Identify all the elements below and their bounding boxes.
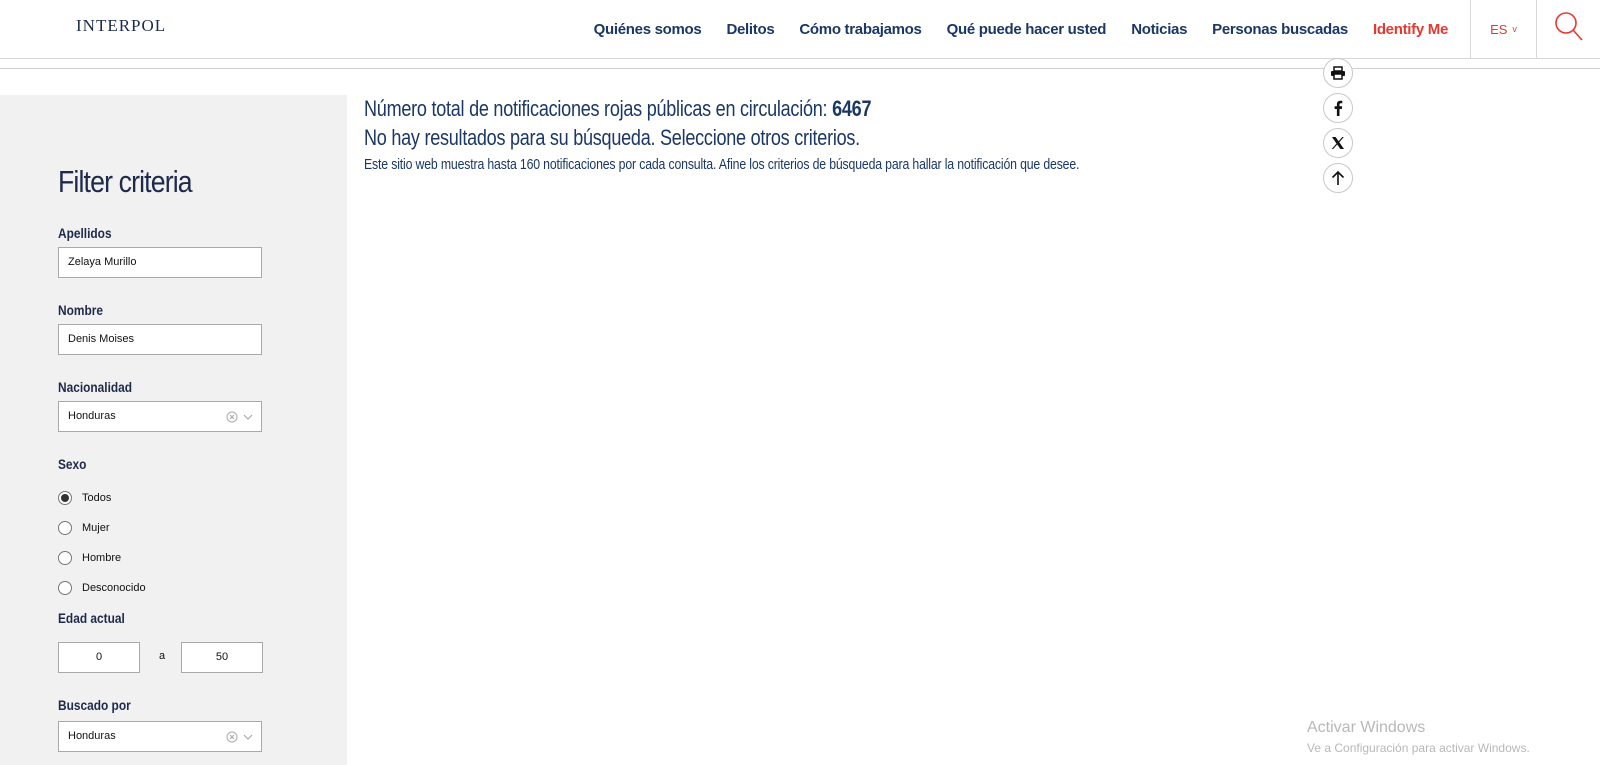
clear-icon[interactable]: [226, 731, 238, 743]
sex-option-todos[interactable]: Todos: [58, 489, 111, 507]
radio-icon: [58, 581, 72, 595]
nationality-value: Honduras: [68, 410, 116, 422]
chevron-down-icon: [243, 734, 253, 740]
site-header: INTERPOL Quiénes somos Delitos Cómo trab…: [0, 0, 1600, 59]
surname-input[interactable]: Zelaya Murillo: [58, 247, 262, 278]
name-input[interactable]: Denis Moises: [58, 324, 262, 355]
sex-option-mujer[interactable]: Mujer: [58, 519, 110, 537]
nav-quienes-somos[interactable]: Quiénes somos: [594, 21, 702, 38]
search-button[interactable]: [1553, 10, 1585, 44]
arrow-up-icon: [1331, 170, 1345, 185]
sex-option-hombre[interactable]: Hombre: [58, 549, 121, 567]
sex-option-desconocido[interactable]: Desconocido: [58, 579, 146, 597]
interpol-logo[interactable]: INTERPOL: [76, 16, 166, 36]
nav-identify-me[interactable]: Identify Me: [1373, 21, 1448, 38]
name-label: Nombre: [58, 302, 103, 318]
radio-selected-icon: [58, 491, 72, 505]
print-button[interactable]: [1323, 58, 1353, 88]
wanted-by-label: Buscado por: [58, 697, 131, 713]
search-icon: [1555, 12, 1583, 41]
radio-icon: [58, 551, 72, 565]
windows-activation-title: Activar Windows: [1307, 719, 1426, 736]
nationality-select[interactable]: Honduras: [58, 401, 262, 432]
nav-personas-buscadas[interactable]: Personas buscadas: [1212, 21, 1348, 38]
results-info: Este sitio web muestra hasta 160 notific…: [364, 156, 1080, 173]
no-results-message: No hay resultados para su búsqueda. Sele…: [364, 125, 860, 150]
total-notices-text: Número total de notificaciones rojas púb…: [364, 96, 833, 121]
windows-activation-subtitle: Ve a Configuración para activar Windows.: [1307, 741, 1530, 755]
header-divider: [0, 68, 1600, 69]
sex-option-label: Hombre: [82, 552, 122, 564]
facebook-icon: [1334, 100, 1343, 116]
language-selector[interactable]: ES v: [1470, 0, 1537, 58]
nav-delitos[interactable]: Delitos: [726, 21, 774, 38]
facebook-share-button[interactable]: [1323, 93, 1353, 123]
total-notices-count: 6467: [832, 96, 872, 121]
surname-label: Apellidos: [58, 225, 112, 241]
chevron-down-icon: [243, 414, 253, 420]
filter-title: Filter criteria: [58, 164, 193, 199]
sex-option-label: Mujer: [82, 522, 110, 534]
x-share-button[interactable]: [1323, 128, 1353, 158]
language-label: ES: [1490, 21, 1508, 37]
filter-sidebar: Filter criteria Apellidos Zelaya Murillo…: [0, 95, 347, 765]
main-nav: Quiénes somos Delitos Cómo trabajamos Qu…: [569, 0, 1449, 58]
sex-option-label: Todos: [82, 492, 112, 504]
age-separator: a: [159, 650, 166, 662]
age-to-input[interactable]: 50: [181, 642, 263, 673]
scroll-top-button[interactable]: [1323, 163, 1353, 193]
nav-noticias[interactable]: Noticias: [1131, 21, 1187, 38]
sex-label: Sexo: [58, 456, 87, 472]
nationality-label: Nacionalidad: [58, 379, 133, 395]
age-label: Edad actual: [58, 610, 125, 626]
total-notices-line: Número total de notificaciones rojas púb…: [364, 96, 1079, 122]
nav-que-puede-hacer[interactable]: Qué puede hacer usted: [947, 21, 1107, 38]
x-icon: [1331, 137, 1344, 149]
sex-option-label: Desconocido: [82, 582, 146, 594]
clear-icon[interactable]: [226, 411, 238, 423]
radio-icon: [58, 521, 72, 535]
print-icon: [1331, 66, 1345, 80]
nav-como-trabajamos[interactable]: Cómo trabajamos: [799, 21, 922, 38]
results-area: Número total de notificaciones rojas púb…: [364, 96, 1236, 173]
age-from-input[interactable]: 0: [58, 642, 140, 673]
chevron-down-icon: v: [1512, 24, 1517, 34]
wanted-by-select[interactable]: Honduras: [58, 721, 262, 752]
wanted-by-value: Honduras: [68, 730, 116, 742]
